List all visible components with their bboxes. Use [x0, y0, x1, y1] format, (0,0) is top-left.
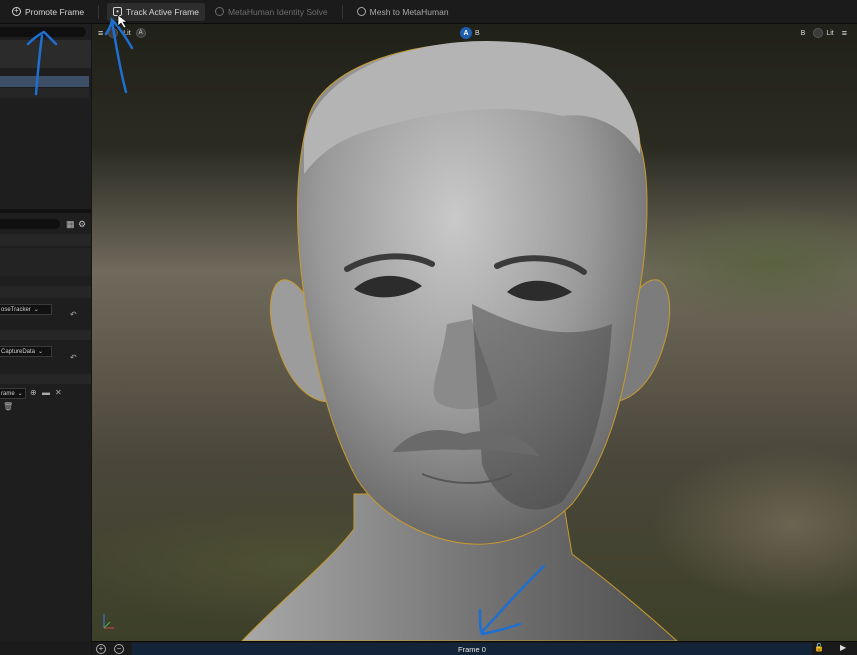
bust-render — [241, 40, 678, 641]
solve-icon — [214, 7, 224, 16]
add-frame-button[interactable]: + — [96, 644, 106, 654]
track-active-frame-label: Track Active Frame — [126, 6, 199, 17]
view-b-button[interactable]: B — [475, 30, 480, 37]
browse-icon[interactable]: ⊕ — [30, 388, 37, 397]
mesh-to-metahuman-button[interactable]: Mesh to MetaHuman — [351, 3, 455, 21]
person-frame-icon: • — [113, 7, 123, 16]
details-search-input[interactable] — [0, 219, 60, 229]
hamburger-menu-icon[interactable]: ≡ — [842, 28, 847, 38]
frame-dropdown[interactable]: rame ⌄ — [0, 388, 26, 399]
chevron-down-icon: ⌄ — [33, 307, 39, 313]
viewport-options-right: B Lit ≡ — [801, 28, 847, 38]
lit-mode-icon — [813, 28, 824, 38]
promote-frame-button[interactable]: + Promote Frame — [6, 3, 90, 21]
remove-frame-button[interactable]: − — [114, 644, 124, 654]
view-b-label[interactable]: B — [801, 30, 806, 37]
lock-icon[interactable]: 🔓 — [814, 643, 824, 652]
details-category — [0, 330, 91, 340]
chevron-down-icon: ⌄ — [17, 391, 23, 397]
camera-a-toggle[interactable]: A — [135, 28, 146, 38]
viewport-options-left: ≡ Lit A — [98, 28, 146, 38]
metahuman-editor: + Promote Frame • Track Active Frame Met… — [0, 0, 857, 655]
table-view-icon[interactable]: ▦ — [66, 219, 75, 230]
toolbar: + Promote Frame • Track Active Frame Met… — [0, 0, 857, 24]
identity-solve-label: MetaHuman Identity Solve — [227, 6, 328, 17]
promote-frame-label: Promote Frame — [25, 6, 85, 17]
left-panel-footer — [0, 641, 91, 655]
plus-circle-icon: + — [12, 6, 21, 16]
ab-switcher: A B — [460, 27, 480, 39]
settings-gear-icon[interactable]: ⚙ — [78, 219, 86, 230]
lit-mode-label-right: Lit — [826, 29, 834, 37]
lit-mode-right[interactable]: Lit — [813, 28, 834, 38]
identity-solve-button[interactable]: MetaHuman Identity Solve — [209, 3, 334, 21]
frame-bar-container: + − Frame 0 🔓 ▶ — [92, 641, 857, 655]
tree-header — [0, 40, 91, 68]
viewport[interactable]: ≡ Lit A A B B Lit ≡ — [92, 24, 857, 641]
left-panel: ▦ ⚙ oseTracker ⌄ ↶ CaptureData ⌄ ↶ rame … — [0, 24, 91, 655]
clear-icon[interactable]: ✕ — [55, 388, 62, 397]
lit-mode-icon[interactable] — [108, 28, 119, 38]
frame-label: Frame 0 — [458, 644, 486, 654]
folder-icon[interactable]: ▬ — [42, 388, 50, 397]
hamburger-menu-icon[interactable]: ≡ — [98, 28, 103, 38]
face-shadow — [472, 304, 612, 510]
frame-timeline[interactable]: Frame 0 — [132, 643, 812, 655]
details-category — [0, 286, 91, 298]
view-a-button[interactable]: A — [460, 27, 472, 39]
axis-gizmo — [103, 614, 114, 629]
tracker-dropdown[interactable]: oseTracker ⌄ — [0, 304, 52, 315]
capture-data-dropdown-value: CaptureData — [1, 348, 36, 355]
search-input[interactable] — [0, 27, 86, 37]
tracker-dropdown-value: oseTracker — [1, 306, 31, 313]
trash-icon[interactable]: 🗑 — [3, 402, 13, 411]
tree-item-selected[interactable] — [0, 76, 89, 87]
tree-item[interactable] — [0, 88, 89, 98]
toolbar-divider — [98, 4, 100, 19]
panel-splitter[interactable] — [0, 209, 91, 213]
lit-mode-label-left[interactable]: Lit — [123, 30, 130, 37]
toolbar-divider — [341, 4, 343, 19]
mesh-to-metahuman-label: Mesh to MetaHuman — [369, 6, 449, 17]
details-category — [0, 234, 91, 246]
capture-data-dropdown[interactable]: CaptureData ⌄ — [0, 346, 52, 357]
frame-dropdown-value: rame — [1, 390, 15, 397]
reset-icon[interactable]: ↶ — [70, 310, 77, 319]
details-section — [0, 248, 91, 276]
details-category — [0, 374, 91, 384]
camera-icon[interactable]: ▶ — [840, 643, 846, 652]
chevron-down-icon: ⌄ — [38, 349, 44, 355]
gear-icon — [356, 7, 366, 16]
reset-icon[interactable]: ↶ — [70, 353, 77, 362]
track-active-frame-button[interactable]: • Track Active Frame — [107, 2, 205, 21]
